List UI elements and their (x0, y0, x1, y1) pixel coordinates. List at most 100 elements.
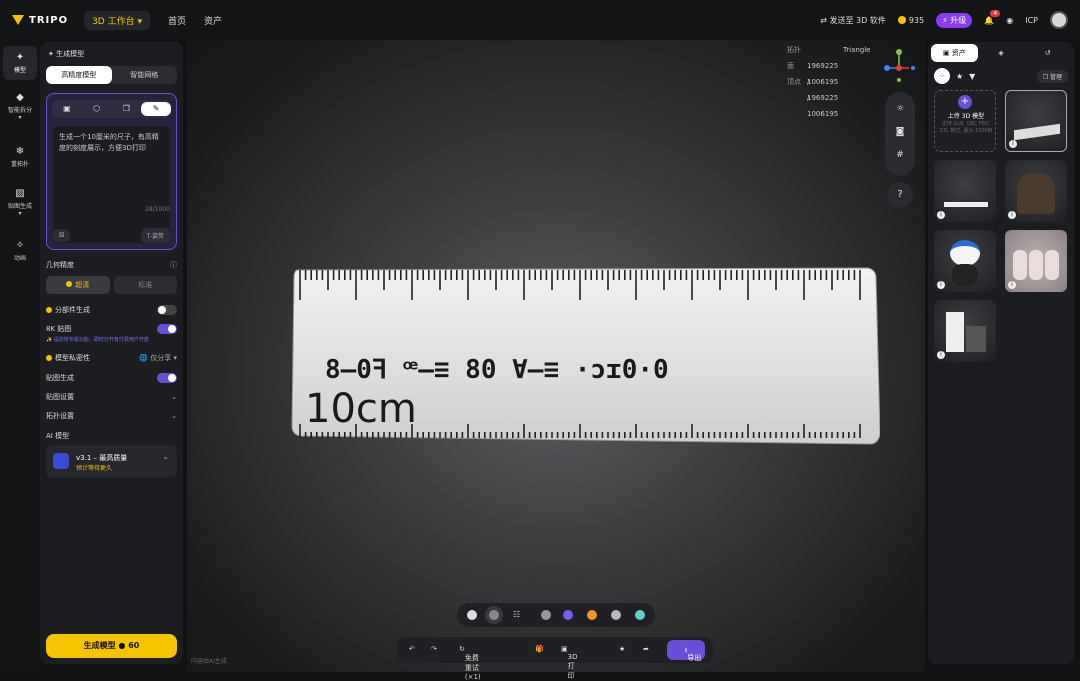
nav-home[interactable]: 首页 (168, 14, 186, 27)
topo-settings-row[interactable]: 拓扑设置 ⌄ (46, 411, 177, 421)
star-icon[interactable]: ★ (619, 645, 625, 653)
gallery-mode-icon[interactable]: ❐ (112, 100, 142, 118)
export-button[interactable]: ⭳ 导出 (667, 640, 705, 662)
material-purple-icon[interactable] (563, 610, 573, 620)
rail-item-model[interactable]: ✦ 模型 (3, 46, 37, 80)
action-bar: ↶ ↷ ↻ 免费重试 (×1) 🎁 ▣ 3D 打印 ★ ➦ ⭳ 导出 (397, 637, 713, 681)
material-gray-icon[interactable] (541, 610, 551, 620)
credits-display[interactable]: 935 (897, 16, 924, 25)
brand-logo[interactable]: TRIPO (12, 15, 68, 26)
ruler-thumb-shape (1014, 123, 1060, 141)
grid-view-icon[interactable]: ⁘ (934, 68, 950, 84)
workspace-dropdown[interactable]: 3D 工作台 ▾ (84, 10, 150, 30)
geo-label: 几何精度 (46, 261, 74, 269)
3d-viewport[interactable]: 拓扑 Triangle 面 1969225 / 1969225 顶点 1006195 … (187, 40, 925, 681)
info-icon[interactable]: i (937, 351, 945, 359)
notification-bell-icon[interactable]: 🔔 4 (984, 9, 1001, 25)
info-icon[interactable]: i (1008, 281, 1016, 289)
material-teal-icon[interactable] (635, 610, 645, 620)
user-avatar[interactable] (1050, 11, 1068, 29)
rail-label: 贴图生成 (7, 203, 32, 210)
ai-model-label: AI 模型 (46, 432, 70, 440)
asset-thumb-ruler[interactable]: i (1005, 90, 1067, 152)
tex-settings-row[interactable]: 贴图设置 ⌄ (46, 392, 177, 402)
info-icon[interactable]: i (1008, 211, 1016, 219)
send-to-3d-button[interactable]: ⇄ 发送至 3D 软件 (820, 15, 886, 26)
dice-icon[interactable]: ⚄ (53, 229, 71, 242)
coin-icon (897, 16, 906, 24)
upgrade-label: 升级 (950, 15, 967, 25)
info-icon[interactable]: i (1009, 140, 1017, 148)
notification-badge: 4 (990, 9, 1001, 17)
tab-history-icon[interactable]: ↺ (1024, 44, 1071, 62)
filter-icon[interactable]: ▼ (969, 72, 975, 81)
info-icon[interactable]: i (937, 211, 945, 219)
print3d-button[interactable]: ▣ 3D 打印 (561, 645, 577, 680)
rail-item-texture[interactable]: ▨ 贴图生成 ▾ (3, 188, 37, 217)
ruler-3d-model[interactable]: 10cm 8—0ꟻ ꟹ—≡ 80 ∀—≡ ·ɔɪ0·0 (290, 266, 880, 446)
asset-thumb-speaker[interactable]: i (934, 300, 996, 362)
tab-layers-icon[interactable]: ◈ (978, 44, 1025, 62)
topo-label: 拓扑 (787, 46, 801, 54)
info-icon[interactable]: ⓘ (170, 260, 177, 270)
asset-thumb-cats[interactable]: i (1005, 230, 1067, 292)
tex-gen-row: 贴图生成 (46, 373, 177, 383)
privacy-dropdown[interactable]: 🌐 仅分享 ▾ (139, 353, 177, 363)
tex-gen-toggle[interactable] (157, 373, 177, 383)
material-silver-icon[interactable] (611, 610, 621, 620)
rail-item-smart-split[interactable]: ◆ 智能拆分 ▾ (3, 92, 37, 121)
prompt-textarea[interactable]: 生成一个10厘米的尺子，有高精度的刻度展示，方便3D打印 (53, 126, 170, 243)
light-icon[interactable]: ☼ (885, 98, 915, 121)
text-mode-pencil-icon[interactable]: ✎ (141, 102, 171, 116)
geo-standard-button[interactable]: 标准 (113, 276, 177, 294)
rail-label: 重拓扑 (10, 161, 29, 168)
retry-button[interactable]: ↻ 免费重试 (×1) (459, 645, 481, 681)
rail-item-retopo[interactable]: ❄ 重拓扑 (3, 146, 37, 168)
gift-icon[interactable]: 🎁 (535, 645, 544, 653)
help-button[interactable]: ? (887, 182, 913, 208)
nav-assets[interactable]: 资产 (204, 14, 222, 27)
material-orange-icon[interactable] (587, 610, 597, 620)
geo-ultra-label: 超清 (75, 281, 90, 289)
asset-thumb-animals[interactable]: i (1005, 160, 1067, 222)
camera-icon[interactable]: ◙ (885, 121, 915, 144)
part-gen-toggle[interactable] (157, 305, 177, 315)
manage-button[interactable]: ❐ 管理 (1036, 69, 1068, 83)
axis-gizmo-icon[interactable] (881, 46, 917, 82)
viewport-toolbar: ☼ ◙ # (885, 92, 915, 176)
info-icon[interactable]: i (937, 281, 945, 289)
material-bar: ☷ (457, 603, 655, 627)
faces-label: 面 (787, 62, 794, 70)
icp-label[interactable]: ICP (1025, 16, 1038, 25)
tab-smart-mesh[interactable]: 智能网格 (112, 66, 178, 84)
image-mode-icon[interactable]: ▣ (52, 100, 82, 118)
favorite-filter-icon[interactable]: ★ (956, 72, 963, 81)
asset-thumb-ruler-flat[interactable]: i (934, 160, 996, 222)
material-white-icon[interactable] (467, 610, 477, 620)
rail-item-animation[interactable]: ✧ 动画 (3, 240, 37, 262)
grid-icon[interactable]: # (885, 144, 915, 167)
upgrade-button[interactable]: ⚡ 升级 (936, 12, 973, 28)
tab-hd-model[interactable]: 高精度模型 (46, 66, 112, 84)
prompt-box: ▣ ⬡ ❐ ✎ 生成一个10厘米的尺子，有高精度的刻度展示，方便3D打印 28/… (46, 93, 177, 250)
multiview-mode-icon[interactable]: ⬡ (82, 100, 112, 118)
geo-ultra-button[interactable]: 超清 (46, 276, 110, 294)
asset-thumb-panda[interactable]: i (934, 230, 996, 292)
ruler-label-10cm: 10cm (305, 386, 417, 432)
share-icon[interactable]: ➦ (643, 645, 649, 653)
material-clay-icon[interactable] (489, 610, 499, 620)
tpose-button[interactable]: T-姿势 (140, 228, 170, 243)
tex8k-row: 8K 贴图 (46, 324, 177, 334)
redo-icon[interactable]: ↷ (431, 645, 437, 653)
ai-model-selector[interactable]: v3.1 – 最高质量 预计等待更久 ⌃ (46, 445, 177, 477)
asset-filters: ⁘ ★ ▼ ❐ 管理 (934, 68, 1068, 84)
rail-label: 动画 (13, 255, 26, 262)
tab-assets[interactable]: ▣ 资产 (931, 44, 978, 62)
discord-icon[interactable]: ◉ (1006, 16, 1013, 25)
upload-3d-model-card[interactable]: + 上传 3D 模型 支持 GLB, OBJ, FBX, STL 格式, 最大 … (934, 90, 996, 152)
wireframe-icon[interactable]: ☷ (513, 610, 523, 620)
generate-button[interactable]: 生成模型 ● 60 (46, 634, 177, 658)
undo-icon[interactable]: ↶ (409, 645, 415, 653)
tex8k-toggle[interactable] (157, 324, 177, 334)
sparkle-icon: ✦ (15, 52, 25, 63)
